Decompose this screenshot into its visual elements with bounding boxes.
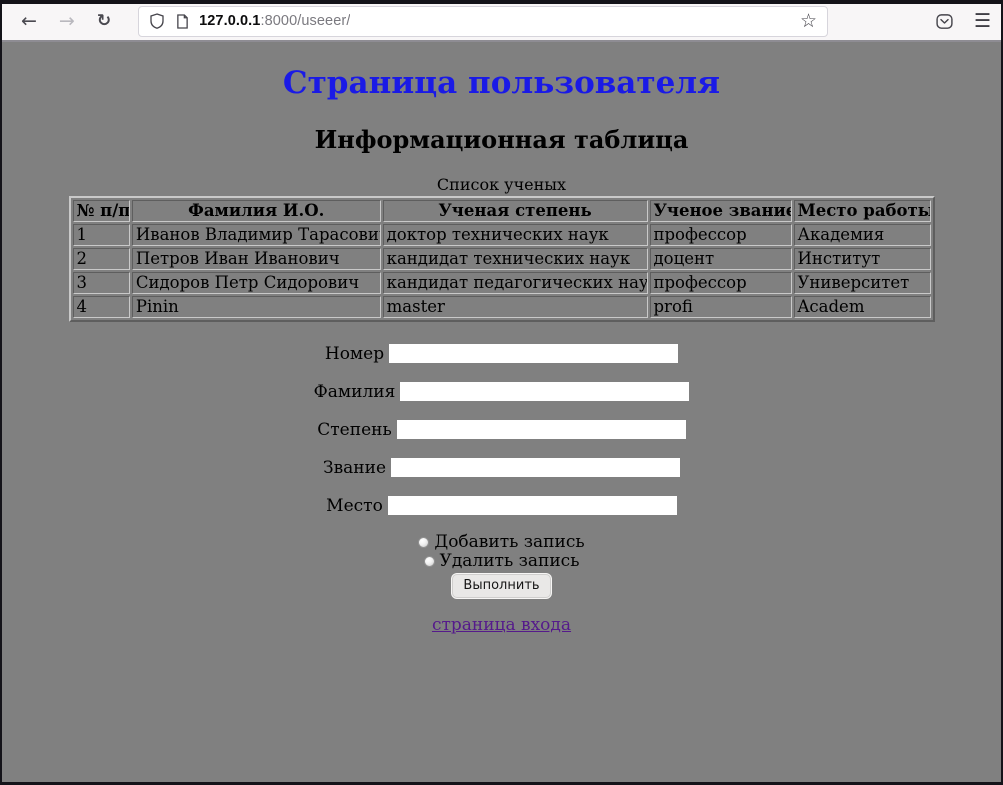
pocket-icon[interactable] bbox=[935, 12, 954, 31]
page-content: Страница пользователя Информационная таб… bbox=[2, 42, 1001, 782]
url-text[interactable]: 127.0.0.1:8000/useeer/ bbox=[199, 13, 350, 29]
toolbar-right-icons: ☰ bbox=[935, 12, 991, 31]
workplace-label: Место bbox=[326, 496, 383, 516]
cell-name: Сидоров Петр Сидорович bbox=[132, 272, 381, 294]
bookmark-star-icon[interactable]: ☆ bbox=[800, 12, 817, 31]
surname-label: Фамилия bbox=[314, 382, 396, 402]
table-header-row: № п/п Фамилия И.О. Ученая степень Ученое… bbox=[73, 200, 931, 222]
number-label: Номер bbox=[325, 344, 384, 364]
header-name: Фамилия И.О. bbox=[132, 200, 381, 222]
forward-icon[interactable]: → bbox=[53, 8, 81, 35]
header-number: № п/п bbox=[73, 200, 130, 222]
url-path: :8000/useeer/ bbox=[260, 13, 350, 29]
page-icon[interactable] bbox=[176, 14, 189, 29]
rank-field[interactable] bbox=[391, 458, 680, 477]
degree-field[interactable] bbox=[397, 420, 686, 439]
cell-name: Петров Иван Иванович bbox=[132, 248, 381, 270]
shield-icon[interactable] bbox=[149, 13, 165, 29]
delete-record-radio[interactable] bbox=[424, 556, 435, 567]
cell-name: Иванов Владимир Тарасович bbox=[132, 224, 381, 246]
cell-rank: profi bbox=[650, 296, 792, 318]
hamburger-menu-icon[interactable]: ☰ bbox=[974, 12, 991, 31]
cell-degree: кандидат педагогических наук bbox=[383, 272, 648, 294]
add-record-label: Добавить запись bbox=[434, 532, 584, 552]
cell-number: 2 bbox=[73, 248, 130, 270]
form-row-degree: Степень bbox=[2, 419, 1001, 438]
header-workplace: Место работы bbox=[794, 200, 931, 222]
delete-record-label: Удалить запись bbox=[440, 551, 580, 571]
scientists-table: № п/п Фамилия И.О. Ученая степень Ученое… bbox=[69, 196, 935, 322]
table-caption: Список ученых bbox=[2, 175, 1001, 194]
execute-button[interactable]: Выполнить bbox=[452, 574, 550, 598]
radio-row-delete: Удалить запись bbox=[2, 552, 1001, 571]
link-row: страница входа bbox=[2, 615, 1001, 635]
cell-workplace: Институт bbox=[794, 248, 931, 270]
cell-name: Pinin bbox=[132, 296, 381, 318]
button-row: Выполнить bbox=[2, 574, 1001, 598]
form-row-number: Номер bbox=[2, 343, 1001, 362]
cell-rank: профессор bbox=[650, 224, 792, 246]
surname-field[interactable] bbox=[400, 382, 689, 401]
cell-rank: профессор bbox=[650, 272, 792, 294]
form-row-surname: Фамилия bbox=[2, 381, 1001, 400]
table-row: 1 Иванов Владимир Тарасович доктор техни… bbox=[73, 224, 931, 246]
number-field[interactable] bbox=[389, 344, 678, 363]
page-subtitle: Информационная таблица bbox=[2, 125, 1001, 154]
cell-workplace: Академия bbox=[794, 224, 931, 246]
table-row: 4 Pinin master profi Academ bbox=[73, 296, 931, 318]
back-icon[interactable]: ← bbox=[15, 8, 43, 35]
browser-toolbar: ← → ↻ 127.0.0.1:8000/useeer/ ☆ ☰ bbox=[2, 4, 1001, 42]
cell-workplace: Academ bbox=[794, 296, 931, 318]
header-degree: Ученая степень bbox=[383, 200, 648, 222]
workplace-field[interactable] bbox=[388, 496, 677, 515]
table-row: 3 Сидоров Петр Сидорович кандидат педаго… bbox=[73, 272, 931, 294]
cell-workplace: Университет bbox=[794, 272, 931, 294]
table-row: 2 Петров Иван Иванович кандидат техничес… bbox=[73, 248, 931, 270]
rank-label: Звание bbox=[323, 458, 386, 478]
cell-number: 4 bbox=[73, 296, 130, 318]
page-title: Страница пользователя bbox=[2, 65, 1001, 101]
header-rank: Ученое звание bbox=[650, 200, 792, 222]
browser-window: ← → ↻ 127.0.0.1:8000/useeer/ ☆ ☰ Страниц… bbox=[0, 0, 1003, 785]
cell-degree: кандидат технических наук bbox=[383, 248, 648, 270]
url-bar[interactable]: 127.0.0.1:8000/useeer/ ☆ bbox=[138, 6, 828, 37]
cell-degree: master bbox=[383, 296, 648, 318]
form-row-rank: Звание bbox=[2, 457, 1001, 476]
add-record-radio[interactable] bbox=[418, 537, 429, 548]
login-page-link[interactable]: страница входа bbox=[432, 615, 571, 635]
record-form: Номер Фамилия Степень Звание Место Добав… bbox=[2, 322, 1001, 598]
reload-icon[interactable]: ↻ bbox=[91, 9, 117, 34]
cell-rank: доцент bbox=[650, 248, 792, 270]
radio-row-add: Добавить запись bbox=[2, 533, 1001, 552]
cell-number: 1 bbox=[73, 224, 130, 246]
degree-label: Степень bbox=[317, 420, 391, 440]
cell-number: 3 bbox=[73, 272, 130, 294]
form-row-workplace: Место bbox=[2, 495, 1001, 514]
url-host: 127.0.0.1 bbox=[199, 13, 260, 29]
cell-degree: доктор технических наук bbox=[383, 224, 648, 246]
